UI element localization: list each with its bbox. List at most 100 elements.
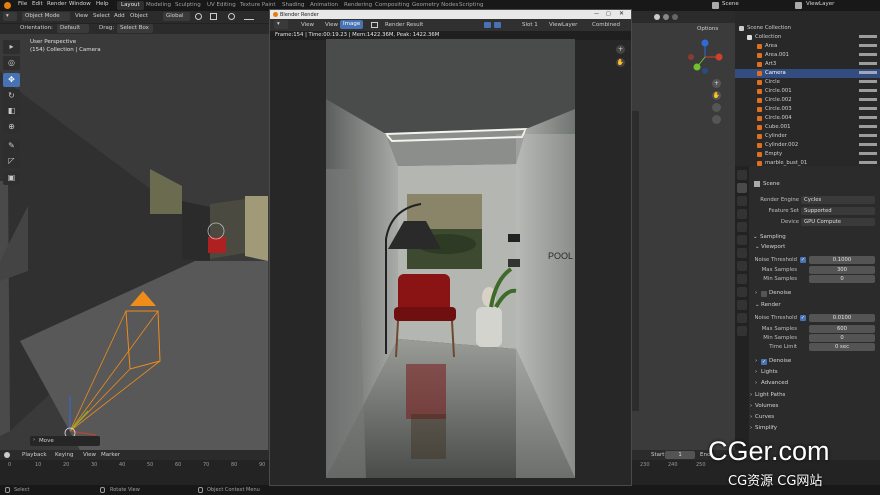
tab-sculpting[interactable]: Sculpting bbox=[171, 1, 205, 10]
chevron-right-icon[interactable]: › bbox=[755, 380, 757, 386]
modifier-tab-icon[interactable] bbox=[737, 274, 747, 284]
section-curves[interactable]: Curves bbox=[755, 414, 774, 420]
cursor-tool-button[interactable]: ◎ bbox=[3, 56, 20, 70]
menu-view-2[interactable]: View bbox=[325, 22, 338, 28]
render-window[interactable]: Blender Render — □ ✕ ▾ View View Image R… bbox=[269, 9, 632, 486]
chevron-right-icon[interactable]: › bbox=[750, 403, 752, 409]
menu-render[interactable]: Render bbox=[47, 1, 67, 7]
minimize-icon[interactable]: — bbox=[594, 11, 599, 17]
ortho-toggle-icon[interactable] bbox=[712, 115, 721, 124]
image-name-field[interactable]: Render Result bbox=[385, 22, 423, 28]
select-tool-button[interactable]: ▸ bbox=[3, 40, 20, 54]
viewport-right-area[interactable]: Options + ✋ bbox=[632, 11, 735, 450]
menu-view[interactable]: View bbox=[75, 13, 88, 19]
operator-panel-move[interactable]: › Move bbox=[30, 436, 100, 446]
subsection-lights[interactable]: Lights bbox=[761, 369, 778, 375]
pass-selector[interactable]: Combined bbox=[592, 22, 620, 28]
menu-playback[interactable]: Playback bbox=[22, 452, 47, 458]
view-layer-selector[interactable]: ViewLayer bbox=[806, 1, 834, 7]
menu-view[interactable]: View bbox=[301, 22, 314, 28]
shading-rendered-icon[interactable] bbox=[672, 14, 678, 20]
scene-selector[interactable]: Scene bbox=[722, 1, 739, 7]
menu-window[interactable]: Window bbox=[69, 1, 91, 7]
zoom-icon[interactable]: + bbox=[616, 45, 625, 54]
view-layer-tab-icon[interactable] bbox=[737, 209, 747, 219]
editor-type-button[interactable]: ▾ bbox=[3, 12, 17, 21]
menu-view[interactable]: View bbox=[83, 452, 96, 458]
section-sampling[interactable]: Sampling bbox=[760, 234, 786, 240]
menu-file[interactable]: File bbox=[18, 1, 27, 7]
render-noise-field[interactable]: 0.0100 bbox=[809, 314, 875, 322]
subsection-render[interactable]: Render bbox=[761, 302, 781, 308]
chevron-down-icon[interactable]: ⌄ bbox=[753, 234, 758, 240]
chevron-right-icon[interactable]: › bbox=[750, 425, 752, 431]
viewport-max-field[interactable]: 300 bbox=[809, 266, 875, 274]
scale-tool-button[interactable]: ◧ bbox=[3, 104, 20, 118]
overlay-icon[interactable] bbox=[494, 22, 501, 28]
transform-tool-button[interactable]: ⊕ bbox=[3, 120, 20, 134]
blender-logo-icon[interactable] bbox=[4, 2, 11, 9]
chevron-right-icon[interactable]: › bbox=[750, 414, 752, 420]
denoise-checkbox[interactable] bbox=[761, 291, 767, 297]
maximize-icon[interactable]: □ bbox=[606, 11, 611, 17]
falloff-icon[interactable] bbox=[244, 13, 254, 20]
camera-view-icon[interactable] bbox=[712, 103, 721, 112]
image-icon[interactable] bbox=[371, 22, 378, 28]
navigation-gizmo[interactable] bbox=[687, 39, 723, 75]
menu-select[interactable]: Select bbox=[93, 13, 110, 19]
pan-hand-icon[interactable]: ✋ bbox=[616, 58, 625, 67]
move-tool-button[interactable]: ✥ bbox=[3, 73, 20, 87]
time-limit-field[interactable]: 0 sec bbox=[809, 343, 875, 351]
shading-solid-icon[interactable] bbox=[654, 14, 660, 20]
drag-selector[interactable]: Select Box bbox=[117, 24, 153, 33]
subsection-advanced[interactable]: Advanced bbox=[761, 380, 788, 386]
physics-tab-icon[interactable] bbox=[737, 287, 747, 297]
menu-help[interactable]: Help bbox=[96, 1, 109, 7]
tab-uv-editing[interactable]: UV Editing bbox=[203, 1, 240, 10]
close-icon[interactable]: ✕ bbox=[619, 10, 624, 17]
section-light-paths[interactable]: Light Paths bbox=[755, 392, 785, 398]
shading-material-icon[interactable] bbox=[663, 14, 669, 20]
snap-icon[interactable] bbox=[210, 13, 217, 20]
tab-layout[interactable]: Layout bbox=[117, 1, 144, 10]
menu-edit[interactable]: Edit bbox=[32, 1, 43, 7]
subsection-viewport[interactable]: Viewport bbox=[761, 244, 785, 250]
add-cube-tool-button[interactable]: ▣ bbox=[3, 171, 20, 185]
object-tab-icon[interactable] bbox=[737, 261, 747, 271]
output-tab-icon[interactable] bbox=[737, 196, 747, 206]
material-tab-icon[interactable] bbox=[737, 326, 747, 336]
layer-selector[interactable]: ViewLayer bbox=[549, 22, 577, 28]
data-tab-icon[interactable] bbox=[737, 313, 747, 323]
start-frame-field[interactable]: 1 bbox=[665, 451, 695, 459]
chevron-down-icon[interactable]: ⌄ bbox=[755, 244, 760, 250]
viewport-min-field[interactable]: 0 bbox=[809, 275, 875, 283]
tool-tab-icon[interactable] bbox=[737, 170, 747, 180]
scene-tab-icon[interactable] bbox=[737, 222, 747, 232]
menu-keying[interactable]: Keying bbox=[55, 452, 73, 458]
collection-tab-icon[interactable] bbox=[737, 248, 747, 258]
chevron-right-icon[interactable]: › bbox=[750, 392, 752, 398]
render-result-image[interactable]: POOL bbox=[326, 39, 575, 478]
view-layer-icon[interactable] bbox=[795, 2, 802, 9]
viewport-noise-field[interactable]: 0.1000 bbox=[809, 256, 875, 264]
menu-marker[interactable]: Marker bbox=[101, 452, 120, 458]
world-tab-icon[interactable] bbox=[737, 235, 747, 245]
device-dropdown[interactable]: GPU Compute bbox=[801, 218, 875, 226]
chevron-right-icon[interactable]: › bbox=[755, 358, 757, 364]
3d-viewport[interactable]: ▾ Object Mode View Select Add Object Glo… bbox=[0, 11, 270, 450]
chevron-right-icon[interactable]: › bbox=[755, 290, 757, 296]
chevron-right-icon[interactable]: › bbox=[755, 369, 757, 375]
pin-icon[interactable] bbox=[484, 22, 491, 28]
options-dropdown[interactable]: Options bbox=[694, 25, 721, 34]
scrollbar[interactable] bbox=[632, 111, 639, 411]
pivot-icon[interactable] bbox=[195, 13, 202, 20]
transform-space-selector[interactable]: Global bbox=[163, 12, 190, 21]
mode-selector[interactable]: Object Mode bbox=[22, 12, 70, 21]
orientation-selector[interactable]: Default bbox=[57, 24, 89, 33]
chevron-down-icon[interactable]: ⌄ bbox=[755, 302, 760, 308]
render-noise-checkbox[interactable]: ✓ bbox=[800, 315, 806, 321]
viewport-noise-checkbox[interactable]: ✓ bbox=[800, 257, 806, 263]
scene-icon[interactable] bbox=[712, 2, 719, 9]
menu-object[interactable]: Object bbox=[130, 13, 148, 19]
slot-selector[interactable]: Slot 1 bbox=[522, 22, 538, 28]
